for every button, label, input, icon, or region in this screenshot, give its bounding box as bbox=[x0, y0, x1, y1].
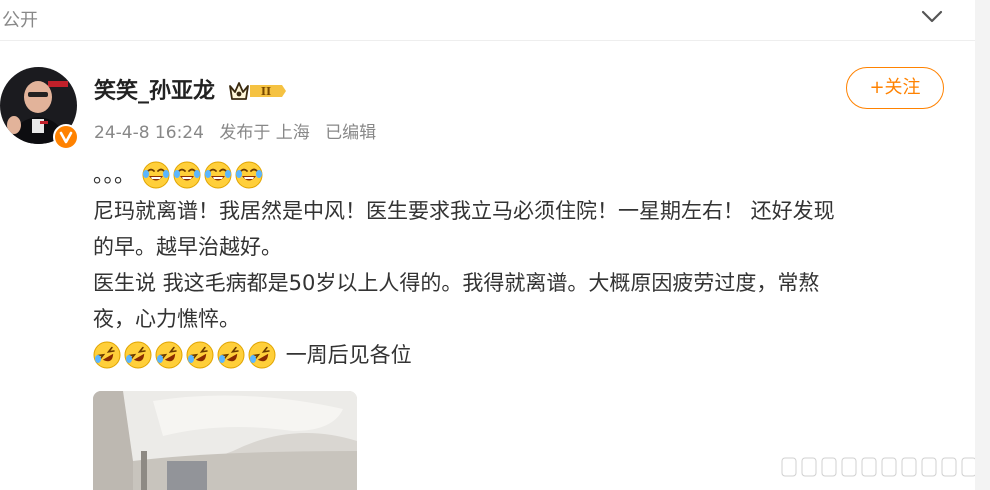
post-date[interactable]: 24-4-8 16:24 bbox=[94, 123, 204, 143]
rolling-laugh-icon bbox=[186, 341, 214, 369]
laugh-tears-icon bbox=[235, 161, 263, 189]
post-line-2: 尼玛就离谱！我居然是中风！医生要求我立马必须住院！一星期左右！ 还好发现 bbox=[93, 199, 835, 223]
laugh-tears-icon bbox=[142, 161, 170, 189]
laugh-tears-icon bbox=[173, 161, 201, 189]
post-line-5: 夜，心力憔悴。 bbox=[93, 307, 240, 331]
post-topbar: 公开 bbox=[0, 0, 975, 41]
laugh-tears-icon bbox=[204, 161, 232, 189]
vip-level-text: II bbox=[261, 85, 271, 98]
rolling-laugh-emoji-row bbox=[93, 336, 279, 372]
post-line-1: 。。。 bbox=[93, 157, 943, 193]
chevron-down-icon[interactable] bbox=[920, 6, 944, 26]
post-card: 公开 笑笑_孙亚龙 II 24-4-8 16:24 发布于 上海 已编辑 +关注… bbox=[0, 0, 977, 490]
follow-button[interactable]: +关注 bbox=[846, 67, 944, 109]
verified-badge-icon bbox=[53, 124, 79, 150]
author-name[interactable]: 笑笑_孙亚龙 bbox=[94, 73, 215, 105]
rolling-laugh-icon bbox=[155, 341, 183, 369]
post-line-4: 医生说 我这毛病都是50岁以上人得的。我得就离谱。大概原因疲劳过度，常熬 bbox=[93, 271, 820, 295]
post-image-thumbnail[interactable] bbox=[93, 391, 357, 490]
rolling-laugh-icon bbox=[248, 341, 276, 369]
vip-crown-badge-icon[interactable]: II bbox=[228, 79, 288, 103]
rolling-laugh-icon bbox=[217, 341, 245, 369]
post-line-3: 的早。越早治越好。 bbox=[93, 235, 282, 259]
ellipsis-text: 。。。 bbox=[93, 163, 135, 187]
edited-label[interactable]: 已编辑 bbox=[325, 123, 376, 143]
see-you-text: 一周后见各位 bbox=[285, 343, 412, 367]
watermark-icon bbox=[781, 457, 977, 477]
rolling-laugh-icon bbox=[93, 341, 121, 369]
page-gutter bbox=[975, 0, 990, 490]
rolling-laugh-icon bbox=[124, 341, 152, 369]
post-meta: 24-4-8 16:24 发布于 上海 已编辑 bbox=[94, 118, 386, 143]
laugh-tears-emoji-row bbox=[142, 156, 266, 192]
post-location: 发布于 上海 bbox=[219, 123, 310, 143]
post-line-6: 一周后见各位 bbox=[93, 337, 943, 373]
visibility-label: 公开 bbox=[2, 10, 38, 31]
post-content: 。。。 尼玛就离谱！我居然是中风！医生要求我立马必须住院！一星期左右！ 还好发现… bbox=[93, 157, 943, 373]
